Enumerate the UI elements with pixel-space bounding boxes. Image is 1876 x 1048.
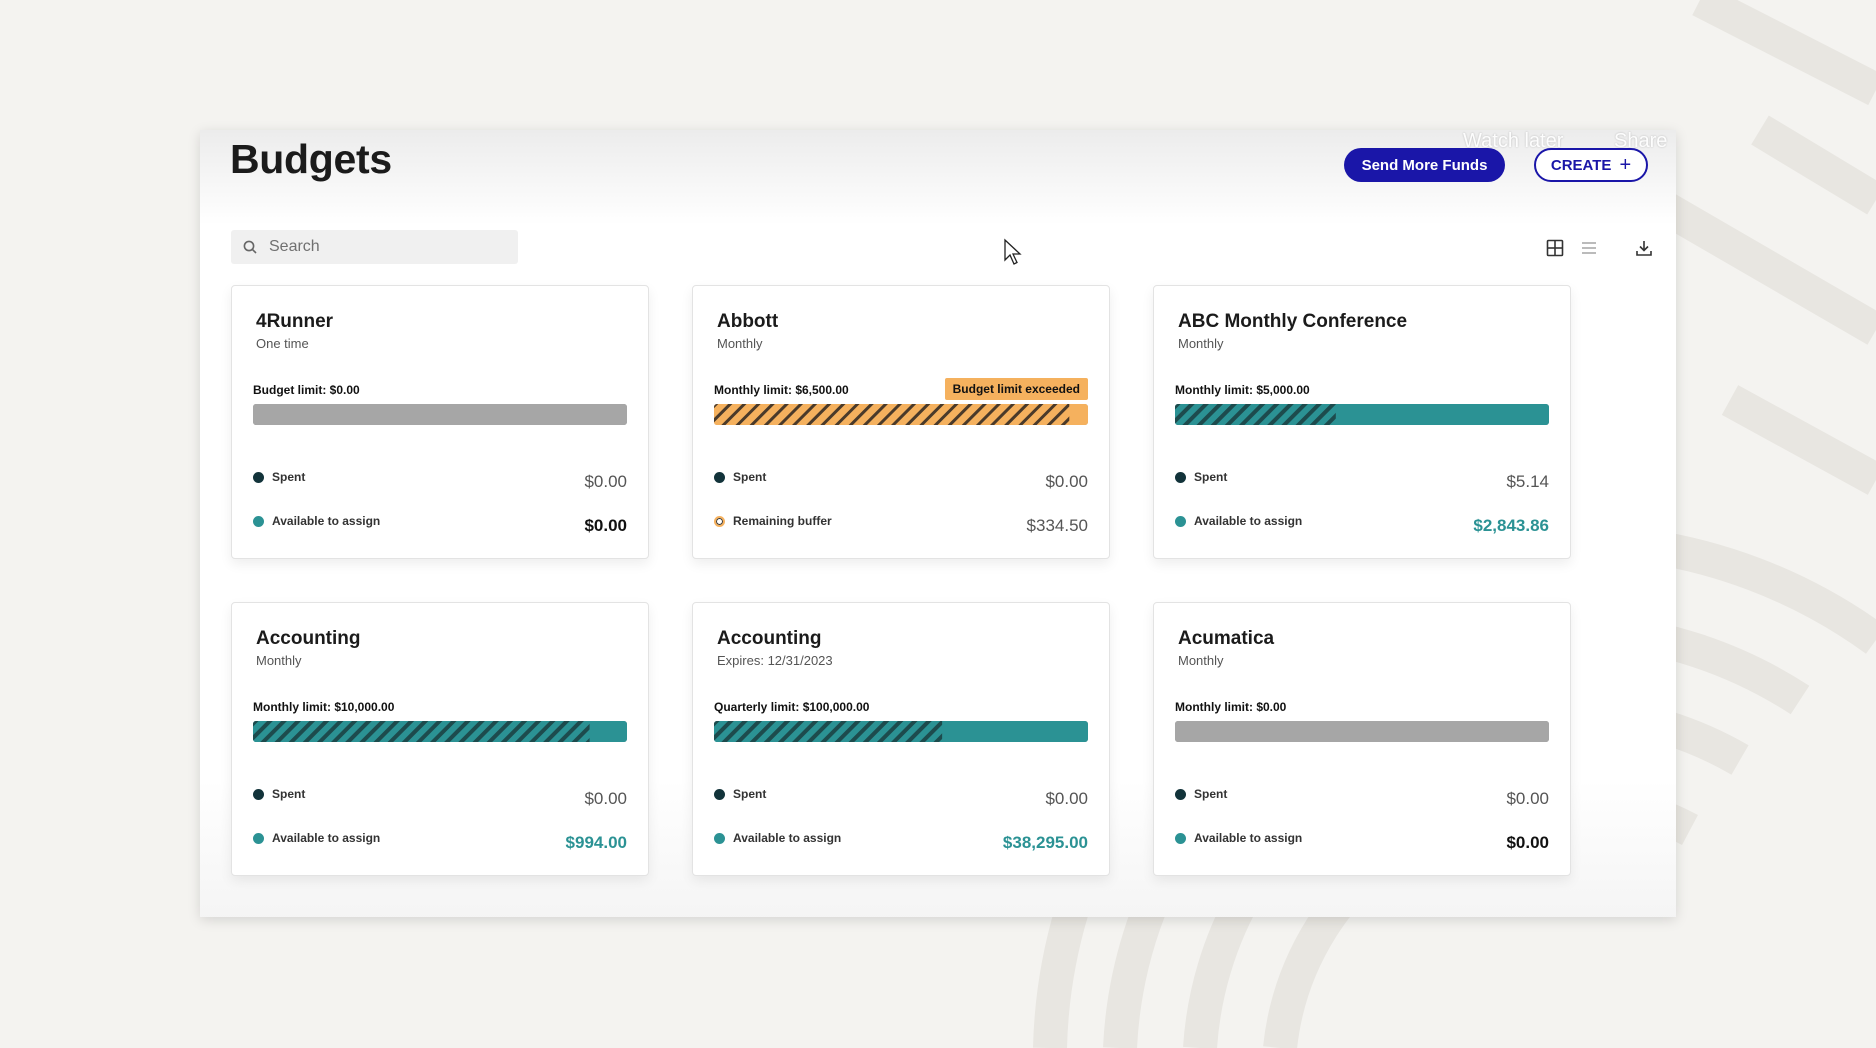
spent-row-label: Spent: [1175, 470, 1227, 484]
spent-label: Spent: [733, 470, 767, 484]
budget-card-period: Expires: 12/31/2023: [717, 653, 833, 668]
budget-card[interactable]: ABC Monthly Conference Monthly Monthly lim…: [1153, 285, 1571, 559]
remaining-buffer-label: Remaining buffer: [733, 514, 832, 528]
budget-card[interactable]: Abbott Monthly Monthly limit: $6,500.00 Bud…: [692, 285, 1110, 559]
budget-card-title: Accounting: [256, 628, 361, 649]
spent-dot-icon: [253, 788, 264, 800]
budget-limit-label: Monthly limit: $10,000.00: [253, 700, 395, 714]
available-label: Available to assign: [272, 831, 381, 845]
available-dot-icon: [253, 832, 264, 844]
available-dot-icon: [1175, 515, 1186, 527]
available-row-label: Available to assign: [1175, 514, 1302, 528]
bar-spent-fill: [714, 404, 1070, 425]
budget-card-title: ABC Monthly Conference: [1178, 311, 1408, 332]
budget-card[interactable]: Accounting Expires: 12/31/2023 Quarterly l…: [692, 602, 1110, 876]
spent-value: $0.00: [584, 789, 627, 808]
budget-card-period: One time: [256, 336, 309, 351]
available-value: $0.00: [584, 516, 627, 535]
budget-limit-label: Budget limit: $0.00: [253, 383, 360, 397]
budget-limit-label: Monthly limit: $6,500.00: [714, 383, 849, 397]
page-title: Budgets: [230, 136, 392, 182]
budget-card-period: Monthly: [717, 336, 763, 351]
budget-progress-bar: [1175, 404, 1549, 425]
budget-card[interactable]: Accounting Monthly Monthly limit: $10,000.…: [231, 602, 649, 876]
budget-card-period: Monthly: [1178, 653, 1224, 668]
search-icon: [243, 240, 257, 254]
spent-dot-icon: [1175, 471, 1186, 483]
spent-value: $0.00: [1045, 472, 1088, 491]
grid-view-icon[interactable]: [1543, 236, 1567, 260]
budget-limit-label: Quarterly limit: $100,000.00: [714, 700, 870, 714]
spent-label: Spent: [1194, 787, 1228, 801]
available-dot-icon: [253, 515, 264, 527]
budget-card-title: Acumatica: [1178, 628, 1275, 649]
list-view-icon[interactable]: [1577, 236, 1601, 260]
buffer-dot-icon: [714, 515, 725, 527]
spent-dot-icon: [714, 471, 725, 483]
remaining-buffer-value: $334.50: [1026, 516, 1088, 535]
budget-card-period: Monthly: [1178, 336, 1224, 351]
available-label: Available to assign: [1194, 831, 1303, 845]
budget-progress-bar: [714, 721, 1088, 742]
budgets-app-window: Watch later Share Budgets Send More Fund…: [200, 130, 1676, 917]
spent-row-label: Spent: [253, 470, 305, 484]
budget-limit-label: Monthly limit: $0.00: [1175, 700, 1287, 714]
spent-value: $0.00: [584, 472, 627, 491]
budget-card[interactable]: 4Runner One time Budget limit: $0.00 Spent $…: [231, 285, 649, 559]
available-row-label: Available to assign: [714, 831, 841, 845]
spent-dot-icon: [253, 471, 264, 483]
bar-track: [253, 404, 627, 425]
spent-label: Spent: [272, 470, 306, 484]
bar-spent-fill: [714, 721, 943, 742]
spent-label: Spent: [733, 787, 767, 801]
available-row-label: Available to assign: [1175, 831, 1302, 845]
budget-card-period: Monthly: [256, 653, 302, 668]
spent-value: $5.14: [1506, 472, 1549, 491]
bar-spent-fill: [253, 721, 590, 742]
available-row-label: Available to assign: [253, 514, 380, 528]
available-label: Available to assign: [1194, 514, 1303, 528]
bar-track: [1175, 721, 1549, 742]
search-box[interactable]: [231, 230, 518, 264]
mouse-cursor-icon: [1004, 238, 1022, 265]
spent-value: $0.00: [1045, 789, 1088, 808]
download-icon[interactable]: [1632, 236, 1656, 260]
available-value: $0.00: [1506, 833, 1549, 852]
budget-progress-bar: [253, 721, 627, 742]
budget-progress-bar: [714, 404, 1088, 425]
budget-card-title: 4Runner: [256, 311, 334, 332]
available-label: Available to assign: [272, 514, 381, 528]
available-dot-icon: [714, 832, 725, 844]
budget-exceeded-badge: Budget limit exceeded: [944, 378, 1088, 400]
budget-card[interactable]: Acumatica Monthly Monthly limit: $0.00 Spen…: [1153, 602, 1571, 876]
plus-icon: +: [1619, 154, 1632, 176]
spent-label: Spent: [1194, 470, 1228, 484]
create-button[interactable]: CREATE +: [1534, 148, 1648, 182]
create-button-label: CREATE: [1550, 156, 1612, 174]
available-label: Available to assign: [733, 831, 842, 845]
spent-row-label: Spent: [714, 787, 766, 801]
available-row-label: Remaining buffer: [714, 514, 832, 528]
available-row-label: Available to assign: [253, 831, 380, 845]
bar-spent-fill: [1175, 404, 1336, 425]
budget-progress-bar: [253, 404, 627, 425]
budget-card-title: Abbott: [717, 311, 779, 332]
search-input[interactable]: [267, 237, 491, 257]
spent-row-label: Spent: [1175, 787, 1227, 801]
spent-dot-icon: [714, 788, 725, 800]
send-more-funds-button[interactable]: Send More Funds: [1344, 148, 1505, 182]
spent-dot-icon: [1175, 788, 1186, 800]
budget-progress-bar: [1175, 721, 1549, 742]
budget-limit-label: Monthly limit: $5,000.00: [1175, 383, 1310, 397]
budget-card-title: Accounting: [717, 628, 822, 649]
spent-row-label: Spent: [714, 470, 766, 484]
spent-row-label: Spent: [253, 787, 305, 801]
spent-value: $0.00: [1506, 789, 1549, 808]
available-value: $994.00: [565, 833, 627, 852]
available-value: $2,843.86: [1473, 516, 1549, 535]
available-dot-icon: [1175, 832, 1186, 844]
spent-label: Spent: [272, 787, 306, 801]
available-value: $38,295.00: [1002, 833, 1088, 852]
